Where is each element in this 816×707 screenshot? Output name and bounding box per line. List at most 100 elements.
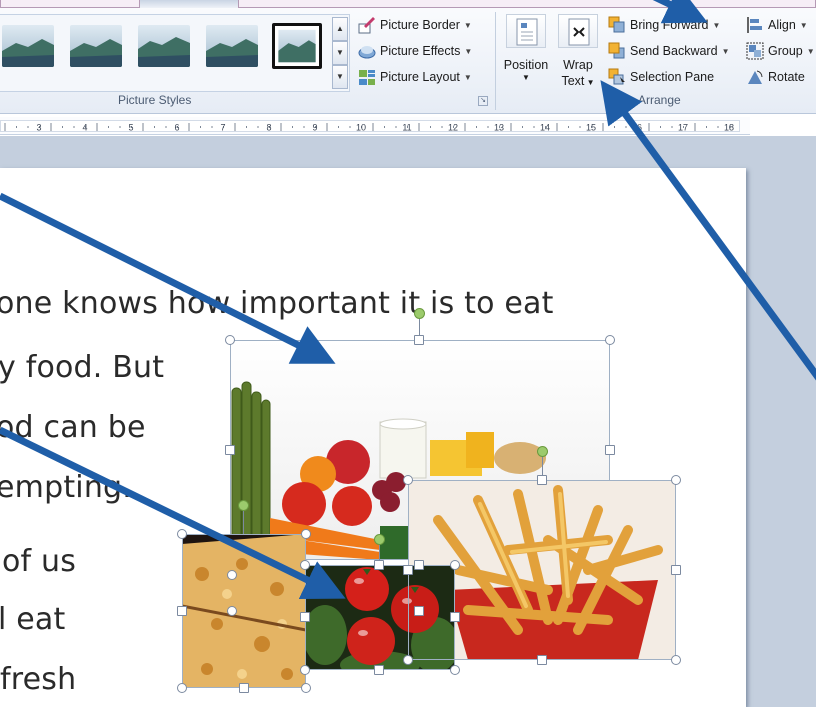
resize-handle[interactable] [177,606,187,616]
group-button[interactable]: Group ▼ [746,40,815,62]
resize-handle[interactable] [414,335,424,345]
resize-handle[interactable] [239,683,249,693]
picture-layout-button[interactable]: Picture Layout ▼ [358,66,472,88]
bring-forward-label: Bring Forward [630,18,709,32]
resize-handle[interactable] [671,565,681,575]
resize-handle[interactable] [403,565,413,575]
ruler-ticks: 3 4 5 6 7 8 9 10 11 12 13 14 15 16 17 18 [4,123,734,133]
resize-handle[interactable] [225,335,235,345]
ruler-number: 10 [356,123,366,133]
resize-handle[interactable] [450,612,460,622]
resize-handle[interactable] [227,570,237,580]
resize-handle[interactable] [300,612,310,622]
bring-forward-button[interactable]: Bring Forward ▼ [608,14,720,36]
dropdown-arrow-icon: ▼ [463,72,472,82]
resize-handle[interactable] [227,606,237,616]
resize-handle[interactable] [374,560,384,570]
tomatoes-picture[interactable] [305,565,455,670]
group-label: Group [768,44,803,58]
resize-handle[interactable] [450,665,460,675]
gallery-scroll-up-button[interactable]: ▲ [332,17,348,41]
rotate-handle[interactable] [238,500,249,511]
picture-style-thumbnail[interactable] [206,25,258,67]
resize-handle[interactable] [450,560,460,570]
rotate-handle[interactable] [414,308,425,319]
rotate-button[interactable]: Rotate [746,66,805,88]
send-backward-button[interactable]: Send Backward ▼ [608,40,729,62]
ruler-number: 12 [448,123,458,133]
send-backward-icon [608,42,626,60]
body-text-line: of us [2,544,77,579]
resize-handle[interactable] [177,529,187,539]
selection-pane-button[interactable]: Selection Pane [608,66,714,88]
resize-handle[interactable] [605,445,615,455]
resize-handle[interactable] [177,683,187,693]
dropdown-arrow-icon: ▼ [806,46,815,56]
picture-styles-gallery[interactable]: ▲ ▼ ▼ [0,14,350,92]
dialog-launcher-icon[interactable]: ↘ [478,96,488,106]
resize-handle[interactable] [225,445,235,455]
body-text-line: fresh [0,662,77,697]
wrap-text-button[interactable] [558,14,598,48]
align-label: Align [768,18,796,32]
position-label: Position [503,58,549,72]
pizza-picture[interactable] [182,534,306,688]
picture-layout-icon [358,68,376,86]
resize-handle[interactable] [414,560,424,570]
position-icon [516,18,538,46]
picture-border-button[interactable]: Picture Border ▼ [358,14,472,36]
ruler-number: 8 [266,123,271,133]
dropdown-arrow-icon: ▼ [721,46,730,56]
ruler-number: 3 [36,123,41,133]
picture-style-thumbnail-selected[interactable] [272,23,322,69]
gallery-more-button[interactable]: ▼ [332,65,348,89]
resize-handle[interactable] [403,475,413,485]
ruler-number: 18 [724,123,734,133]
dropdown-arrow-icon: ▼ [464,46,473,56]
resize-handle[interactable] [414,606,424,616]
ruler-number: 6 [174,123,179,133]
resize-handle[interactable] [403,655,413,665]
group-separator [495,12,496,110]
resize-handle[interactable] [374,665,384,675]
resize-handle[interactable] [605,335,615,345]
picture-effects-button[interactable]: Picture Effects ▼ [358,40,472,62]
wrap-text-label-line2: Text ▼ [561,74,595,88]
rotate-handle[interactable] [374,534,385,545]
ruler-number: 4 [82,123,87,133]
dropdown-arrow-icon: ▼ [799,20,808,30]
wrap-text-label-line1: Wrap [563,58,593,72]
picture-border-icon [358,16,376,34]
selection-pane-icon [608,68,626,86]
resize-handle[interactable] [301,529,311,539]
resize-handle[interactable] [300,560,310,570]
picture-style-thumbnail[interactable] [138,25,190,67]
dropdown-arrow-icon: ▼ [522,73,530,82]
horizontal-ruler[interactable]: 3 4 5 6 7 8 9 10 11 12 13 14 15 16 17 18 [0,117,750,135]
ruler-number: 11 [402,123,411,133]
send-backward-label: Send Backward [630,44,718,58]
ruler-number: 17 [678,123,688,133]
resize-handle[interactable] [537,475,547,485]
rotate-handle[interactable] [537,446,548,457]
position-button[interactable] [506,14,546,48]
ruler-number: 9 [312,123,317,133]
resize-handle[interactable] [537,655,547,665]
ruler-number: 13 [494,123,504,133]
resize-handle[interactable] [300,665,310,675]
body-text-line: y food. But [0,350,165,385]
gallery-scroll: ▲ ▼ ▼ [332,17,348,91]
align-icon [746,16,764,34]
ribbon-tab-edge [238,0,816,8]
body-text-line: od can be [0,410,146,445]
ruler-number: 7 [220,123,225,133]
align-button[interactable]: Align ▼ [746,14,808,36]
body-text-line: one knows how important it is to eat [0,286,554,321]
dropdown-arrow-icon: ▼ [463,20,472,30]
picture-style-thumbnail[interactable] [2,25,54,67]
resize-handle[interactable] [671,475,681,485]
resize-handle[interactable] [671,655,681,665]
resize-handle[interactable] [301,683,311,693]
picture-style-thumbnail[interactable] [70,25,122,67]
gallery-scroll-down-button[interactable]: ▼ [332,41,348,65]
